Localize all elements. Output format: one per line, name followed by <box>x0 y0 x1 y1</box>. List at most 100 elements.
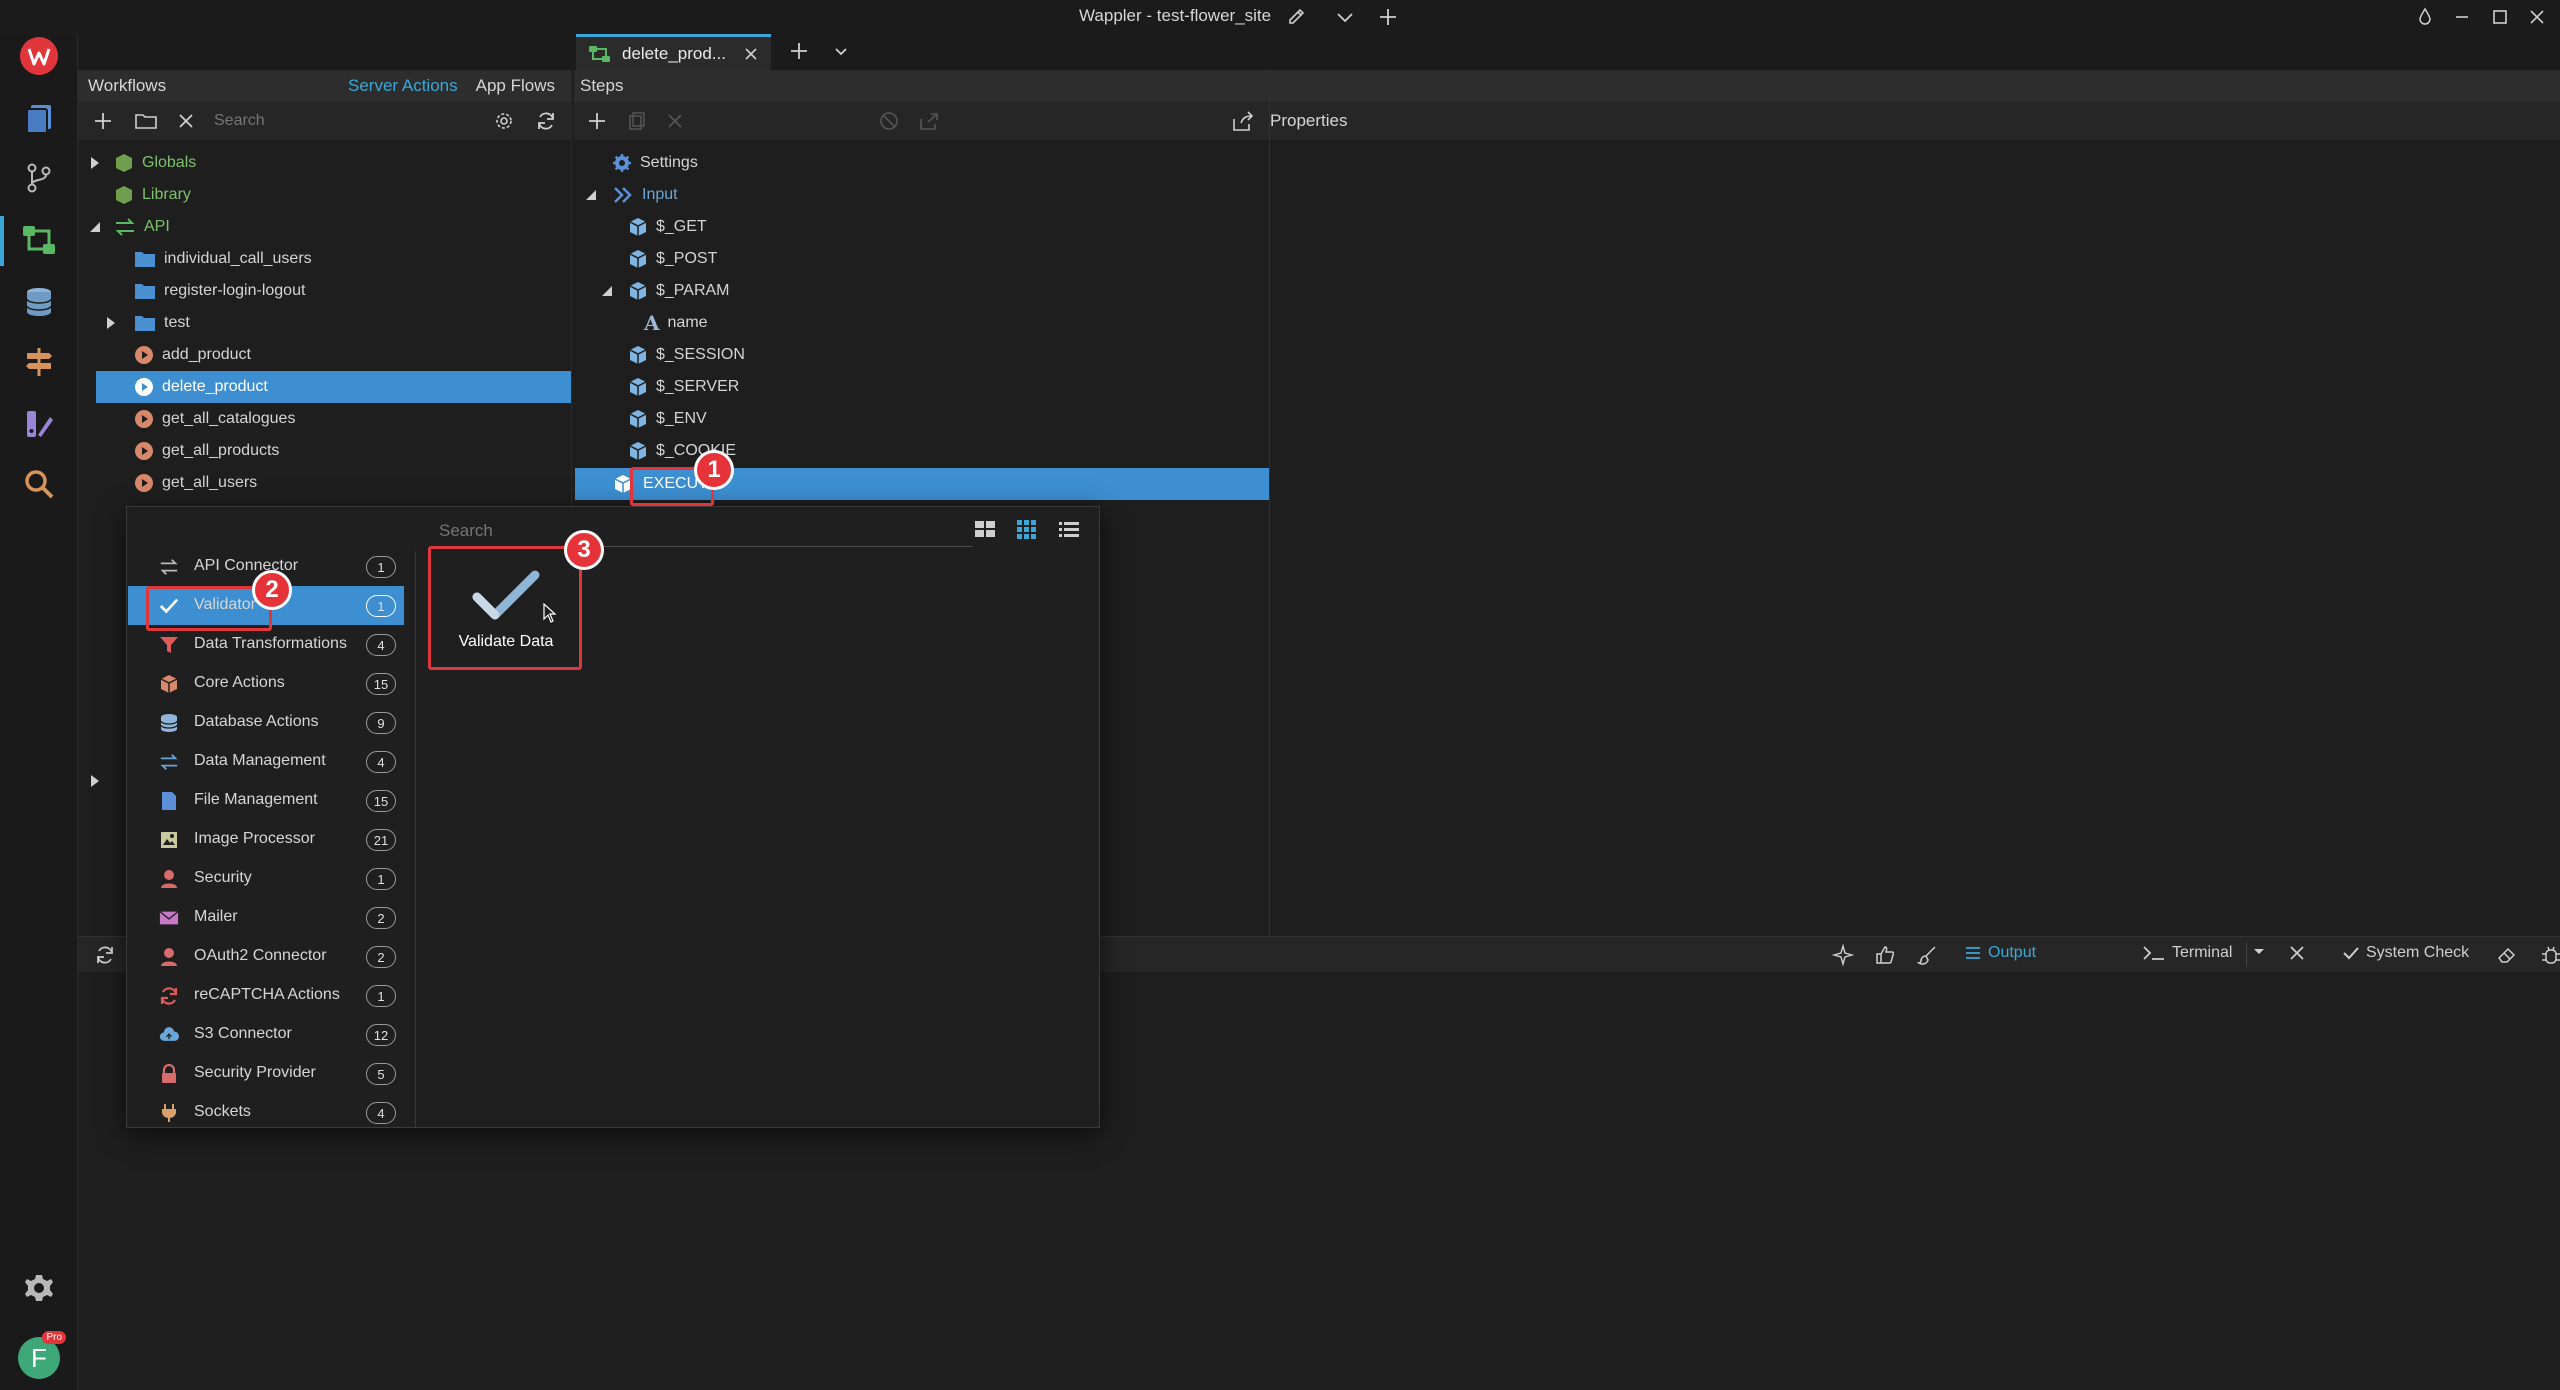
output-tab[interactable]: Output <box>1964 944 2036 962</box>
play-circle-icon <box>134 473 154 493</box>
reload-icon[interactable] <box>94 944 116 966</box>
debug-bug-icon[interactable] <box>2540 944 2560 966</box>
category-image-processor[interactable]: Image Processor 21 <box>128 820 404 859</box>
pages-icon[interactable] <box>17 96 61 140</box>
tree-item-folder[interactable]: individual_call_users <box>134 243 312 275</box>
git-icon[interactable] <box>17 156 61 200</box>
terminal-tab[interactable]: Terminal <box>2142 944 2232 962</box>
tree-item-globals[interactable]: Globals <box>88 147 196 179</box>
picker-search-input[interactable] <box>433 515 973 547</box>
design-icon[interactable] <box>17 402 61 446</box>
copy-icon[interactable] <box>626 110 648 132</box>
terminal-dropdown-icon[interactable] <box>2252 944 2266 958</box>
delete-x-icon[interactable] <box>176 111 196 131</box>
ai-sparkle-icon[interactable] <box>1832 944 1854 966</box>
cube-icon <box>628 345 648 365</box>
delete-step-icon[interactable] <box>666 112 684 130</box>
export-icon[interactable] <box>918 110 940 132</box>
step-param[interactable]: $_PARAM <box>600 275 730 307</box>
routing-icon[interactable] <box>17 340 61 384</box>
large-grid-icon[interactable] <box>973 517 997 541</box>
tree-item-folder[interactable]: test <box>104 307 190 339</box>
steps-header: Steps <box>574 70 1269 102</box>
eraser-icon[interactable] <box>2496 944 2518 966</box>
tree-item-action-selected[interactable]: delete_product <box>96 371 571 403</box>
close-panel-icon[interactable] <box>2288 944 2306 962</box>
step-input[interactable]: Input <box>584 179 678 211</box>
image-icon <box>159 830 179 850</box>
category-security[interactable]: Security 1 <box>128 859 404 898</box>
step-param-name[interactable]: A name <box>644 307 708 339</box>
category-mailer[interactable]: Mailer 2 <box>128 898 404 937</box>
disable-icon[interactable] <box>878 110 900 132</box>
tree-item-action[interactable]: get_all_users <box>134 467 257 499</box>
category-s3-connector[interactable]: S3 Connector 12 <box>128 1015 404 1054</box>
chevron-down-icon[interactable] <box>1334 6 1356 28</box>
tab-list-chevron-icon[interactable] <box>830 40 852 62</box>
tree-item-library[interactable]: Library <box>114 179 191 211</box>
workflows-icon[interactable] <box>17 218 61 262</box>
category-recaptcha-actions[interactable]: reCAPTCHA Actions 1 <box>128 976 404 1015</box>
step-label: $_ENV <box>656 410 707 427</box>
settings-gear-icon[interactable] <box>493 110 515 132</box>
tree-item-action[interactable]: add_product <box>134 339 251 371</box>
play-circle-icon <box>134 441 154 461</box>
tree-item-collapsed[interactable] <box>88 765 102 797</box>
step-session[interactable]: $_SESSION <box>628 339 745 371</box>
avatar-letter: F <box>31 1342 47 1373</box>
tree-label: get_all_products <box>162 442 280 459</box>
database-icon[interactable] <box>17 280 61 324</box>
category-core-actions[interactable]: Core Actions 15 <box>128 664 404 703</box>
step-get[interactable]: $_GET <box>628 211 707 243</box>
step-badge-1: 1 <box>694 450 734 490</box>
category-security-provider[interactable]: Security Provider 5 <box>128 1054 404 1093</box>
tab-app-flows[interactable]: App Flows <box>476 76 555 96</box>
steps-toolbar <box>574 102 1269 140</box>
system-check-button[interactable]: System Check <box>2342 944 2469 962</box>
tree-item-folder[interactable]: register-login-logout <box>134 275 305 307</box>
pencil-icon[interactable] <box>1286 6 1308 28</box>
minimize-icon[interactable] <box>2451 6 2473 28</box>
avatar[interactable]: F Pro <box>17 1331 66 1380</box>
category-database-actions[interactable]: Database Actions 9 <box>128 703 404 742</box>
search-icon[interactable] <box>17 462 61 506</box>
wappler-logo[interactable] <box>17 34 61 78</box>
category-oauth2-connector[interactable]: OAuth2 Connector 2 <box>128 937 404 976</box>
step-post[interactable]: $_POST <box>628 243 717 275</box>
close-window-icon[interactable] <box>2526 6 2548 28</box>
brush-icon[interactable] <box>1916 944 1938 966</box>
small-grid-icon[interactable] <box>1015 517 1039 541</box>
refresh-icon[interactable] <box>535 110 557 132</box>
category-count: 1 <box>366 868 396 890</box>
category-label: Database Actions <box>194 713 319 730</box>
add-step-icon[interactable] <box>586 110 608 132</box>
maximize-icon[interactable] <box>2489 6 2511 28</box>
gear-icon[interactable] <box>17 1266 61 1310</box>
category-count: 4 <box>366 634 396 656</box>
tree-item-action[interactable]: get_all_products <box>134 435 279 467</box>
new-tab-plus-icon[interactable] <box>788 40 810 62</box>
properties-share-icon[interactable] <box>1231 110 1255 132</box>
workflows-search-input[interactable] <box>214 112 414 130</box>
theme-drop-icon[interactable] <box>2414 6 2436 28</box>
thumbs-up-icon[interactable] <box>1874 944 1896 966</box>
step-env[interactable]: $_ENV <box>628 403 707 435</box>
tab-server-actions[interactable]: Server Actions <box>348 76 458 96</box>
expand-arrow-icon <box>107 317 115 329</box>
category-label: Data Transformations <box>194 635 347 652</box>
tree-item-api[interactable]: API <box>88 211 170 243</box>
step-settings[interactable]: Settings <box>612 147 698 179</box>
tree-item-action[interactable]: get_all_catalogues <box>134 403 295 435</box>
folder-icon[interactable] <box>134 110 158 132</box>
close-tab-icon[interactable] <box>743 46 759 62</box>
category-sockets[interactable]: Sockets 4 <box>128 1093 404 1132</box>
category-file-management[interactable]: File Management 15 <box>128 781 404 820</box>
plus-icon[interactable] <box>1377 6 1399 28</box>
add-icon[interactable] <box>92 110 114 132</box>
step-server[interactable]: $_SERVER <box>628 371 739 403</box>
mail-icon <box>159 908 179 928</box>
tab-delete-product[interactable]: delete_prod... <box>576 34 771 70</box>
category-data-management[interactable]: Data Management 4 <box>128 742 404 781</box>
list-view-icon[interactable] <box>1057 517 1081 541</box>
cube-icon <box>628 281 648 301</box>
